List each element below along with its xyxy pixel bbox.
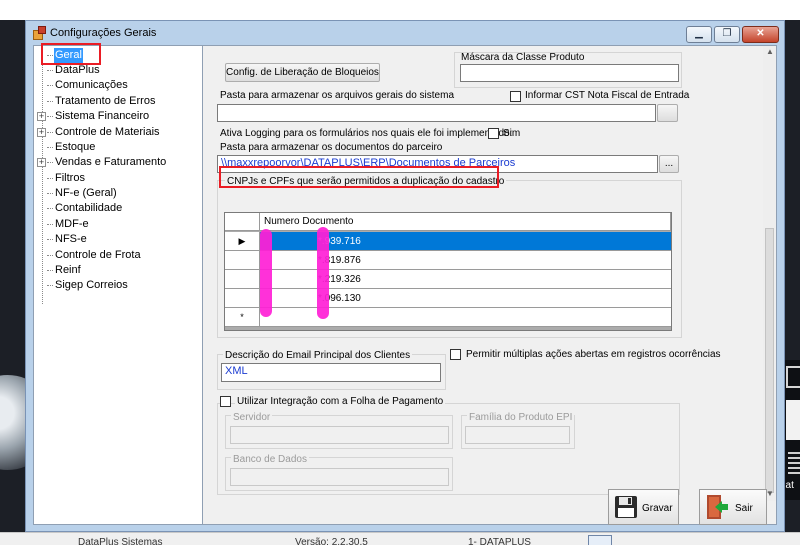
config-window: Configurações Gerais ▁ ❐ ✕ Geral DataPlu… xyxy=(25,20,785,532)
tree-item-nfe-geral[interactable]: NF-e (Geral) xyxy=(34,186,202,201)
servidor-label: Servidor xyxy=(231,412,273,423)
tree-item-reinf[interactable]: Reinf xyxy=(34,263,202,278)
sair-label: Sair xyxy=(735,503,753,514)
tree-item-controle-frota[interactable]: Controle de Frota xyxy=(34,248,202,263)
tree-item-filtros[interactable]: Filtros xyxy=(34,171,202,186)
mail-icon[interactable] xyxy=(588,535,612,545)
tree-item-label: Controle de Frota xyxy=(55,249,141,261)
pasta-gerais-browse-button[interactable] xyxy=(657,104,678,122)
pasta-gerais-input[interactable] xyxy=(217,104,656,122)
tree-item-label: Estoque xyxy=(55,141,96,153)
banco-input[interactable] xyxy=(230,468,449,486)
current-row-icon[interactable]: ▶ xyxy=(225,232,260,251)
tree-item-label: Vendas e Faturamento xyxy=(55,156,167,168)
exit-door-icon xyxy=(707,495,728,519)
new-row-icon[interactable]: * xyxy=(225,308,260,327)
email-label: Descrição do Email Principal dos Cliente… xyxy=(223,350,413,361)
tree-item-label: MDF-e xyxy=(55,218,89,230)
title-bar[interactable]: Configurações Gerais ▁ ❐ ✕ xyxy=(26,21,784,45)
restore-button[interactable]: ❐ xyxy=(714,26,740,43)
form-scrollbar[interactable]: ▲ ▼ xyxy=(763,46,776,501)
expand-icon[interactable]: + xyxy=(37,158,46,167)
tree-item-label: Filtros xyxy=(55,172,85,184)
row-header[interactable] xyxy=(225,251,260,270)
highlight-cnpj-label xyxy=(219,166,499,188)
logging-sim-label: Sim xyxy=(503,128,521,139)
tree-item-mdfe[interactable]: MDF-e xyxy=(34,217,202,232)
tree-item-label: DataPlus xyxy=(55,64,100,76)
expand-icon[interactable]: + xyxy=(37,112,46,121)
servidor-input[interactable] xyxy=(230,426,449,444)
close-button[interactable]: ✕ xyxy=(742,26,779,43)
tree-item-contabilidade[interactable]: Contabilidade xyxy=(34,201,202,216)
minimize-icon: ▁ xyxy=(695,28,703,39)
highlight-geral xyxy=(41,43,101,65)
scrollbar-thumb[interactable] xyxy=(765,228,774,493)
tree-item-label: Sigep Correios xyxy=(55,279,128,291)
sair-button[interactable]: Sair xyxy=(699,489,767,525)
row-header[interactable] xyxy=(225,289,260,308)
folha-label: Utilizar Integração com a Folha de Pagam… xyxy=(235,396,446,407)
settings-tree[interactable]: Geral DataPlus Comunicações Tratamento d… xyxy=(34,43,203,524)
close-icon: ✕ xyxy=(756,28,765,39)
familia-label: Família do Produto EPI xyxy=(467,412,575,423)
pasta-parceiro-label: Pasta para armazenar os documentos do pa… xyxy=(220,142,443,153)
app-icon xyxy=(33,26,46,40)
window-title: Configurações Gerais xyxy=(50,27,157,39)
pasta-parceiro-browse-button[interactable]: ... xyxy=(659,155,679,173)
cnpj-grid[interactable]: Numero Documento ▶ *.939.716 *.819.876 *… xyxy=(224,212,672,331)
tree-item-label: Sistema Financeiro xyxy=(55,110,150,122)
top-strip xyxy=(0,0,800,20)
window-client: Geral DataPlus Comunicações Tratamento d… xyxy=(33,43,777,525)
tree-item-tratamento-erros[interactable]: Tratamento de Erros xyxy=(34,94,202,109)
tree-item-label: NFS-e xyxy=(55,233,87,245)
restore-icon: ❐ xyxy=(722,28,732,39)
tree-item-label: NF-e (Geral) xyxy=(55,187,117,199)
tree-item-vendas-faturamento[interactable]: + Vendas e Faturamento xyxy=(34,155,202,170)
permitir-acoes-checkbox[interactable] xyxy=(450,349,461,360)
tree-item-label: Controle de Materiais xyxy=(55,126,160,138)
row-header[interactable] xyxy=(225,270,260,289)
scroll-down-icon[interactable]: ▼ xyxy=(766,489,774,498)
mascara-input[interactable] xyxy=(460,64,679,82)
tree-item-label: Tratamento de Erros xyxy=(55,95,156,107)
tree-item-comunicacoes[interactable]: Comunicações xyxy=(34,78,202,93)
floppy-disk-icon xyxy=(615,496,637,518)
mascara-label: Máscara da Classe Produto xyxy=(461,52,585,63)
minimize-button[interactable]: ▁ xyxy=(686,26,712,43)
status-app: DataPlus Sistemas xyxy=(78,537,163,545)
tree-item-controle-materiais[interactable]: + Controle de Materiais xyxy=(34,125,202,140)
grid-corner-header xyxy=(225,213,260,231)
status-company: 1- DATAPLUS xyxy=(468,537,531,545)
pasta-gerais-label: Pasta para armazenar os arquivos gerais … xyxy=(220,90,455,101)
gravar-label: Gravar xyxy=(642,503,673,514)
tree-item-label: Contabilidade xyxy=(55,202,123,214)
logging-checkbox[interactable] xyxy=(488,128,499,139)
tree-item-label: Comunicações xyxy=(55,79,128,91)
tree-item-label: Reinf xyxy=(55,264,81,276)
informar-cst-label: Informar CST Nota Fiscal de Entrada xyxy=(525,90,690,101)
banco-label: Banco de Dados xyxy=(231,454,309,465)
expand-icon[interactable]: + xyxy=(37,128,46,137)
informar-cst-checkbox[interactable] xyxy=(510,91,521,102)
folha-checkbox[interactable] xyxy=(220,396,231,407)
tree-item-nfse[interactable]: NFS-e xyxy=(34,232,202,247)
tree-item-sistema-financeiro[interactable]: + Sistema Financeiro xyxy=(34,109,202,124)
redaction-mark xyxy=(260,229,272,317)
status-version: Versão: 2.2.30.5 xyxy=(295,537,368,545)
email-input[interactable]: XML xyxy=(221,363,441,382)
permitir-acoes-label: Permitir múltiplas ações abertas em regi… xyxy=(466,349,721,360)
familia-input[interactable] xyxy=(465,426,570,444)
tree-item-sigep-correios[interactable]: Sigep Correios xyxy=(34,278,202,293)
redaction-mark xyxy=(317,227,329,319)
tree-item-dataplus[interactable]: DataPlus xyxy=(34,63,202,78)
logging-label: Ativa Logging para os formulários nos qu… xyxy=(220,128,513,139)
tree-item-estoque[interactable]: Estoque xyxy=(34,140,202,155)
gravar-button[interactable]: Gravar xyxy=(608,489,679,525)
liberacao-bloqueios-button[interactable]: Config. de Liberação de Bloqueios xyxy=(225,63,380,82)
geral-settings-panel: Config. de Liberação de Bloqueios Máscar… xyxy=(203,46,776,501)
scroll-up-icon[interactable]: ▲ xyxy=(766,47,774,56)
status-bar: DataPlus Sistemas Versão: 2.2.30.5 1- DA… xyxy=(0,532,800,545)
